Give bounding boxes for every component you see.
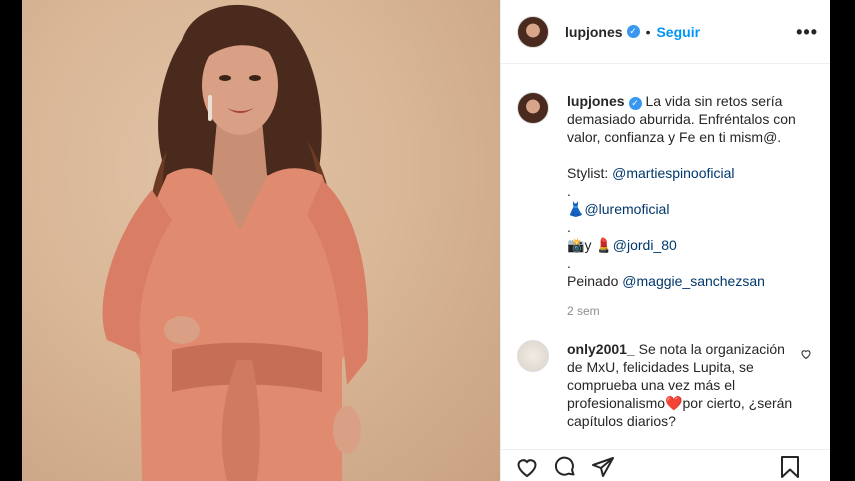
luremoficial-mention-link[interactable]: @luremoficial [584,201,669,217]
commenter-avatar[interactable] [517,340,549,372]
caption-author-avatar[interactable] [517,92,549,124]
caption-dot-3: . [567,255,571,271]
post-time-ago[interactable]: 2 sem [567,302,813,320]
post-details-panel: lupjones ✓ • Seguir ••• lupjones ✓ La vid… [500,0,830,481]
caption-text: lupjones ✓ La vida sin retos sería demasi… [567,92,813,320]
heart-emoji: ❤️ [665,395,683,411]
like-icon[interactable] [515,455,539,479]
caption-dot-2: . [567,219,571,235]
post-photo[interactable] [22,0,500,481]
commenter-username[interactable]: only2001_ [567,341,635,357]
post-caption: lupjones ✓ La vida sin retos sería demasi… [517,92,814,320]
caption-username[interactable]: lupjones [567,93,625,109]
caption-verified-badge-icon: ✓ [628,97,642,110]
stylist-prefix: Stylist: [567,165,613,181]
stylist-mention-link[interactable]: @martiespinooficial [612,165,734,181]
author-username[interactable]: lupjones [565,24,623,40]
post-header: lupjones ✓ • Seguir ••• [501,0,830,64]
comment-like-icon[interactable] [800,348,812,360]
maggie-mention-link[interactable]: @maggie_sanchezsan [622,273,765,289]
comment-icon[interactable] [553,455,577,479]
header-separator: • [645,23,651,40]
share-icon[interactable] [591,455,615,479]
jordi-mention-link[interactable]: @jordi_80 [613,237,677,253]
instagram-post: lupjones ✓ • Seguir ••• lupjones ✓ La vid… [22,0,830,481]
more-options-icon[interactable]: ••• [796,22,818,43]
follow-button[interactable]: Seguir [656,24,700,40]
post-actions-bar [501,449,830,481]
camera-emoji: 📸 [567,237,585,253]
photo-illustration [102,4,369,481]
peinado-prefix: Peinado [567,273,623,289]
screen-frame: lupjones ✓ • Seguir ••• lupjones ✓ La vid… [0,0,855,481]
verified-badge-icon: ✓ [626,25,640,38]
lipstick-emoji: 💄 [595,237,613,253]
caption-dot-1: . [567,183,571,199]
comment-item: only2001_ Se nota la organización de MxU… [517,340,820,430]
dress-emoji: 👗 [567,201,585,217]
conjunction-y: y [584,237,596,253]
save-icon[interactable] [778,455,802,479]
author-avatar[interactable] [517,15,549,48]
comment-text: only2001_ Se nota la organización de MxU… [567,340,803,430]
